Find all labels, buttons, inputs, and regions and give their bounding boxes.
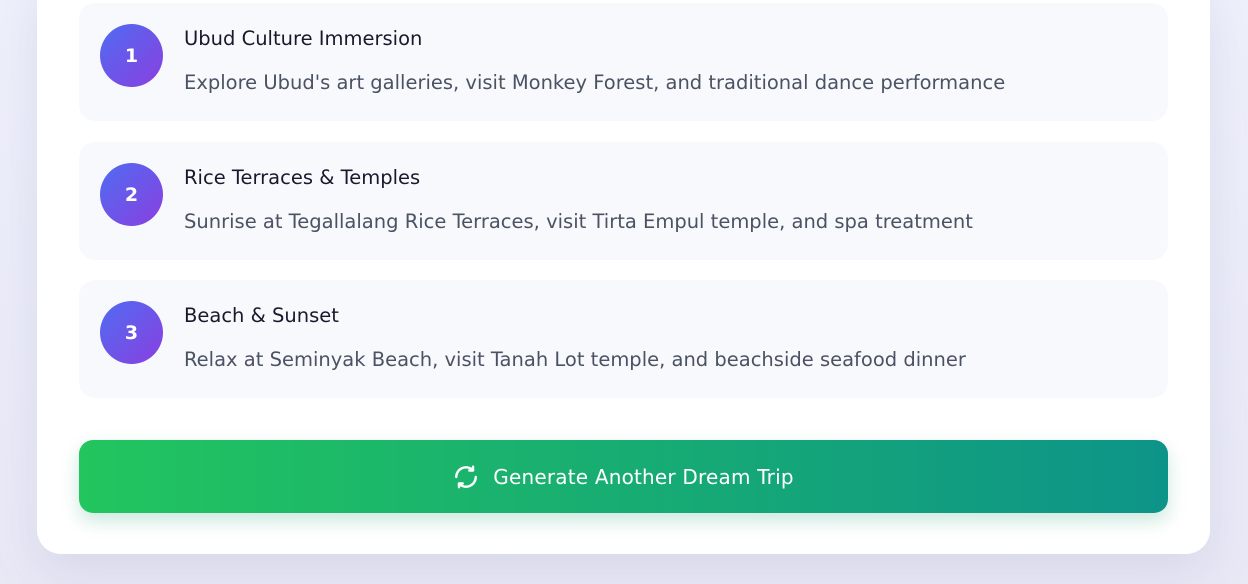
- day-title: Beach & Sunset: [184, 304, 339, 327]
- day-number-badge: 3: [100, 301, 163, 364]
- generate-button-label: Generate Another Dream Trip: [493, 464, 794, 489]
- day-description: Sunrise at Tegallalang Rice Terraces, vi…: [184, 210, 973, 233]
- day-title: Rice Terraces & Temples: [184, 166, 421, 189]
- day-number-badge: 1: [100, 24, 163, 87]
- day-description: Relax at Seminyak Beach, visit Tanah Lot…: [184, 348, 966, 371]
- day-number-badge: 2: [100, 163, 163, 226]
- refresh-icon: [453, 464, 479, 490]
- day-title: Ubud Culture Immersion: [184, 27, 423, 50]
- itinerary-day-2: 2 Rice Terraces & Temples Sunrise at Teg…: [79, 142, 1168, 260]
- itinerary-day-1: 1 Ubud Culture Immersion Explore Ubud's …: [79, 3, 1168, 121]
- trip-result-card: 1 Ubud Culture Immersion Explore Ubud's …: [37, 0, 1210, 554]
- day-description: Explore Ubud's art galleries, visit Monk…: [184, 71, 1006, 94]
- itinerary-day-3: 3 Beach & Sunset Relax at Seminyak Beach…: [79, 280, 1168, 398]
- generate-another-trip-button[interactable]: Generate Another Dream Trip: [79, 440, 1168, 513]
